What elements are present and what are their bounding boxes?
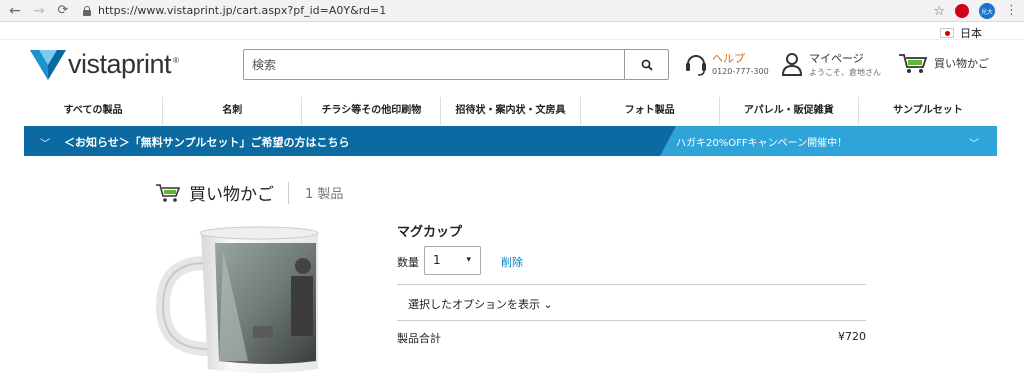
cart-link[interactable]: 買い物かご [898, 52, 989, 74]
cart-icon [156, 183, 181, 202]
product-image[interactable] [153, 221, 320, 376]
reload-icon[interactable]: ⟳ [54, 3, 72, 18]
item-count: 1 製品 [305, 187, 344, 202]
nav-item-flyers[interactable]: チラシ等その他印刷物 [302, 97, 442, 125]
delete-link[interactable]: 削除 [501, 254, 523, 270]
browser-toolbar-right: ☆ 光大 ⋮ [933, 0, 1018, 22]
extension-icon[interactable] [955, 4, 969, 18]
cart-heading: 買い物かご 1 製品 [155, 180, 343, 205]
bookmark-star-icon[interactable]: ☆ [933, 4, 945, 19]
lock-icon [82, 5, 92, 16]
mypage-text: マイページ ようこそ、倉地さん [809, 50, 881, 78]
site-header: vistaprint® ヘルプ 0120-777-300 マイページ [0, 40, 1024, 95]
notice-banner: ﹀ ＜お知らせ＞「無料サンプルセット」ご希望の方はこちら ハガキ20%OFFキャ… [24, 126, 997, 156]
quantity-label: 数量 [397, 256, 419, 269]
chevron-down-icon: ▾ [466, 255, 471, 265]
vistaprint-logo-icon [30, 49, 66, 80]
profile-avatar[interactable]: 光大 [979, 3, 995, 19]
show-options-toggle[interactable]: 選択したオプションを表示 ⌄ [408, 296, 553, 312]
notice-text[interactable]: ＜お知らせ＞「無料サンプルセット」ご希望の方はこちら [64, 134, 349, 150]
divider [397, 320, 866, 321]
search-icon [641, 59, 653, 71]
campaign-text[interactable]: ハガキ20%OFFキャンペーン開催中！ [676, 134, 847, 149]
product-name[interactable]: マグカップ [397, 221, 462, 240]
nav-item-photo[interactable]: フォト製品 [581, 97, 720, 125]
help-phone: 0120-777-300 [712, 67, 769, 76]
help-link[interactable]: ヘルプ 0120-777-300 [684, 50, 769, 78]
forward-arrow-icon[interactable]: → [30, 3, 48, 19]
main-nav: すべての製品 名刺 チラシ等その他印刷物 招待状・案内状・文房具 フォト製品 ア… [24, 97, 997, 125]
browser-menu-icon[interactable]: ⋮ [1005, 4, 1018, 17]
nav-item-business-cards[interactable]: 名刺 [163, 97, 303, 125]
browser-toolbar: ← → ⟳ https://www.vistaprint.jp/cart.asp… [0, 0, 1024, 22]
help-label: ヘルプ [712, 52, 745, 65]
vistaprint-logo[interactable]: vistaprint ® [30, 49, 179, 80]
divider [397, 284, 866, 285]
country-label: 日本 [960, 27, 982, 40]
cart-label: 買い物かご [934, 57, 989, 70]
search-box [243, 49, 669, 80]
nav-item-all-products[interactable]: すべての製品 [24, 97, 164, 125]
registered-mark: ® [173, 56, 179, 65]
headset-icon [686, 55, 706, 76]
title-divider [288, 181, 289, 204]
cart-icon [899, 54, 928, 73]
page-title: 買い物かご [189, 185, 274, 205]
chevron-down-icon[interactable]: ﹀ [969, 135, 979, 150]
search-input[interactable] [244, 50, 624, 79]
address-bar[interactable]: https://www.vistaprint.jp/cart.aspx?pf_i… [98, 4, 386, 17]
nav-item-invitations[interactable]: 招待状・案内状・文房具 [441, 97, 581, 125]
mypage-greeting: ようこそ、倉地さん [809, 68, 881, 77]
japan-flag-icon [940, 28, 954, 38]
chevron-down-icon[interactable]: ﹀ [40, 135, 50, 150]
country-selector[interactable]: 日本 [940, 25, 982, 41]
back-arrow-icon[interactable]: ← [6, 3, 24, 19]
logo-text: vistaprint [68, 49, 172, 79]
subtotal-label: 製品合計 [397, 332, 441, 345]
quantity-select[interactable]: 1 ▾ [424, 246, 481, 275]
search-button[interactable] [624, 50, 668, 79]
user-icon [781, 53, 803, 76]
nav-item-sample-set[interactable]: サンプルセット [859, 97, 997, 125]
mypage-label: マイページ [809, 52, 864, 65]
help-text: ヘルプ 0120-777-300 [712, 50, 769, 78]
chevron-down-icon: ⌄ [543, 298, 553, 311]
mypage-link[interactable]: マイページ ようこそ、倉地さん [781, 50, 881, 78]
nav-item-apparel[interactable]: アパレル・販促雑貨 [720, 97, 859, 125]
quantity-value: 1 [433, 253, 441, 267]
subtotal-value: ¥720 [838, 330, 866, 343]
show-options-label: 選択したオプションを表示 [408, 298, 540, 311]
top-strip: 日本 [0, 22, 1024, 40]
